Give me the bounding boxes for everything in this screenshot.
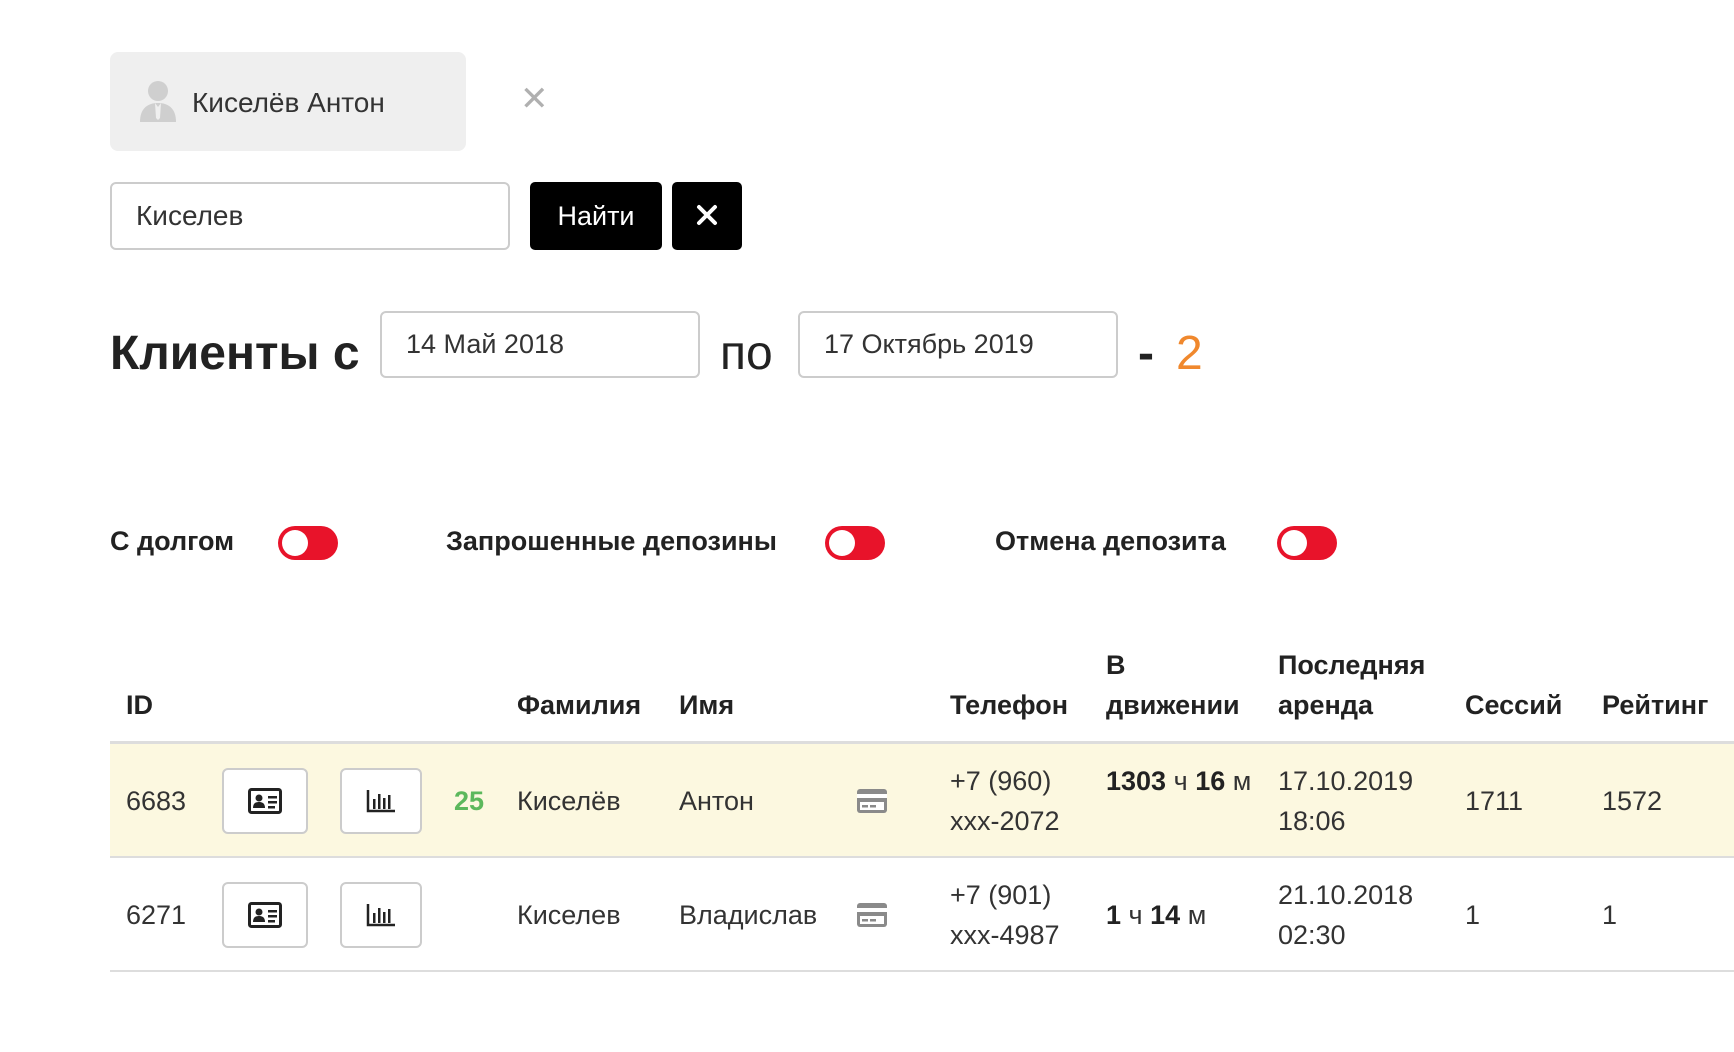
cell-moving: 1303 ч 16 м [1106,761,1256,801]
clients-table: ID Фамилия Имя Телефон В движении Послед… [110,630,1734,972]
cell-id: 6271 [126,900,187,930]
header-last-rent-line1: Последняя [1278,650,1426,680]
cell-rating: 1572 [1602,786,1663,816]
moving-hours: 1 [1106,900,1122,930]
last-rent-date: 17.10.2019 [1278,766,1414,796]
clients-count: 2 [1176,327,1203,380]
cell-phone-line2: xxx-4987 [950,920,1060,950]
moving-hours-unit: ч [1128,900,1143,930]
credit-card-icon[interactable] [856,788,888,814]
header-sessions[interactable]: Сессий [1465,685,1562,725]
stats-button[interactable] [340,768,422,834]
moving-minutes: 14 [1150,900,1181,930]
filter-toggle-debt[interactable] [278,526,338,560]
header-moving-line1: В [1106,650,1126,680]
period-dash: - [1138,327,1154,380]
cell-sessions: 1711 [1465,786,1524,816]
period-title-from: Клиенты с [110,327,360,380]
header-last-rent[interactable]: Последняя аренда [1278,645,1425,725]
period-title-to: по [720,327,773,380]
profile-card-button[interactable] [222,882,308,948]
search-input[interactable] [110,182,510,250]
cell-surname: Киселёв [517,786,621,816]
rides-badge: 25 [454,786,485,816]
header-last-rent-line2: аренда [1278,690,1373,720]
table-header: ID Фамилия Имя Телефон В движении Послед… [110,630,1734,744]
cell-surname: Киселев [517,900,621,930]
filter-label-debt: С долгом [110,526,235,556]
id-card-icon [248,788,282,814]
cell-phone-line2: xxx-2072 [950,806,1060,836]
close-icon [697,204,717,225]
cell-last-rent: 21.10.2018 02:30 [1278,875,1413,955]
cell-name: Антон [679,786,754,816]
close-icon[interactable]: ✕ [520,82,549,116]
moving-minutes-unit: м [1232,766,1252,796]
filter-toggle-requested-deposits[interactable] [825,526,885,560]
last-rent-date: 21.10.2018 [1278,880,1414,910]
header-moving[interactable]: В движении [1106,645,1240,725]
header-rating[interactable]: Рейтинг [1602,685,1708,725]
bar-chart-icon [366,904,395,927]
cell-name: Владислав [679,900,818,930]
cell-phone-line1: +7 (960) [950,766,1052,796]
find-button[interactable]: Найти [530,182,662,250]
cell-phone: +7 (960) xxx-2072 [950,761,1060,841]
last-rent-time: 18:06 [1278,806,1346,836]
header-name[interactable]: Имя [679,685,734,725]
cell-rating: 1 [1602,900,1618,930]
header-phone[interactable]: Телефон [950,685,1068,725]
profile-card-button[interactable] [222,768,308,834]
bar-chart-icon [366,790,395,813]
header-id[interactable]: ID [126,685,153,725]
cell-phone: +7 (901) xxx-4987 [950,875,1060,955]
id-card-icon [248,902,282,928]
toggle-knob [829,530,855,556]
cell-moving: 1 ч 14 м [1106,895,1206,935]
table-row[interactable]: 6271 Киселев Владислав +7 (901) xxx-4987… [110,858,1734,972]
date-to-input[interactable] [798,311,1118,378]
toggle-knob [1281,530,1307,556]
toggle-knob [282,530,308,556]
moving-hours-unit: ч [1173,766,1188,796]
table-row[interactable]: 6683 25 Киселёв Антон +7 (960) xxx-2072 … [110,744,1734,858]
moving-minutes-unit: м [1187,900,1207,930]
last-rent-time: 02:30 [1278,920,1346,950]
date-from-input[interactable] [380,311,700,378]
filter-label-requested-deposits: Запрошенные депозины [446,526,777,556]
clear-search-button[interactable] [672,182,742,250]
credit-card-icon[interactable] [856,902,888,928]
selected-client-name: Киселёв Антон [192,87,385,118]
moving-hours: 1303 [1106,766,1167,796]
filter-toggle-deposit-cancel[interactable] [1277,526,1337,560]
cell-last-rent: 17.10.2019 18:06 [1278,761,1413,841]
cell-id: 6683 [126,786,187,816]
header-moving-line2: движении [1106,690,1240,720]
header-surname[interactable]: Фамилия [517,685,641,725]
cell-phone-line1: +7 (901) [950,880,1052,910]
stats-button[interactable] [340,882,422,948]
user-icon [140,81,176,122]
selected-client-chip: Киселёв Антон ✕ [110,52,549,151]
cell-sessions: 1 [1465,900,1481,930]
filter-label-deposit-cancel: Отмена депозита [995,526,1226,556]
moving-minutes: 16 [1195,766,1226,796]
